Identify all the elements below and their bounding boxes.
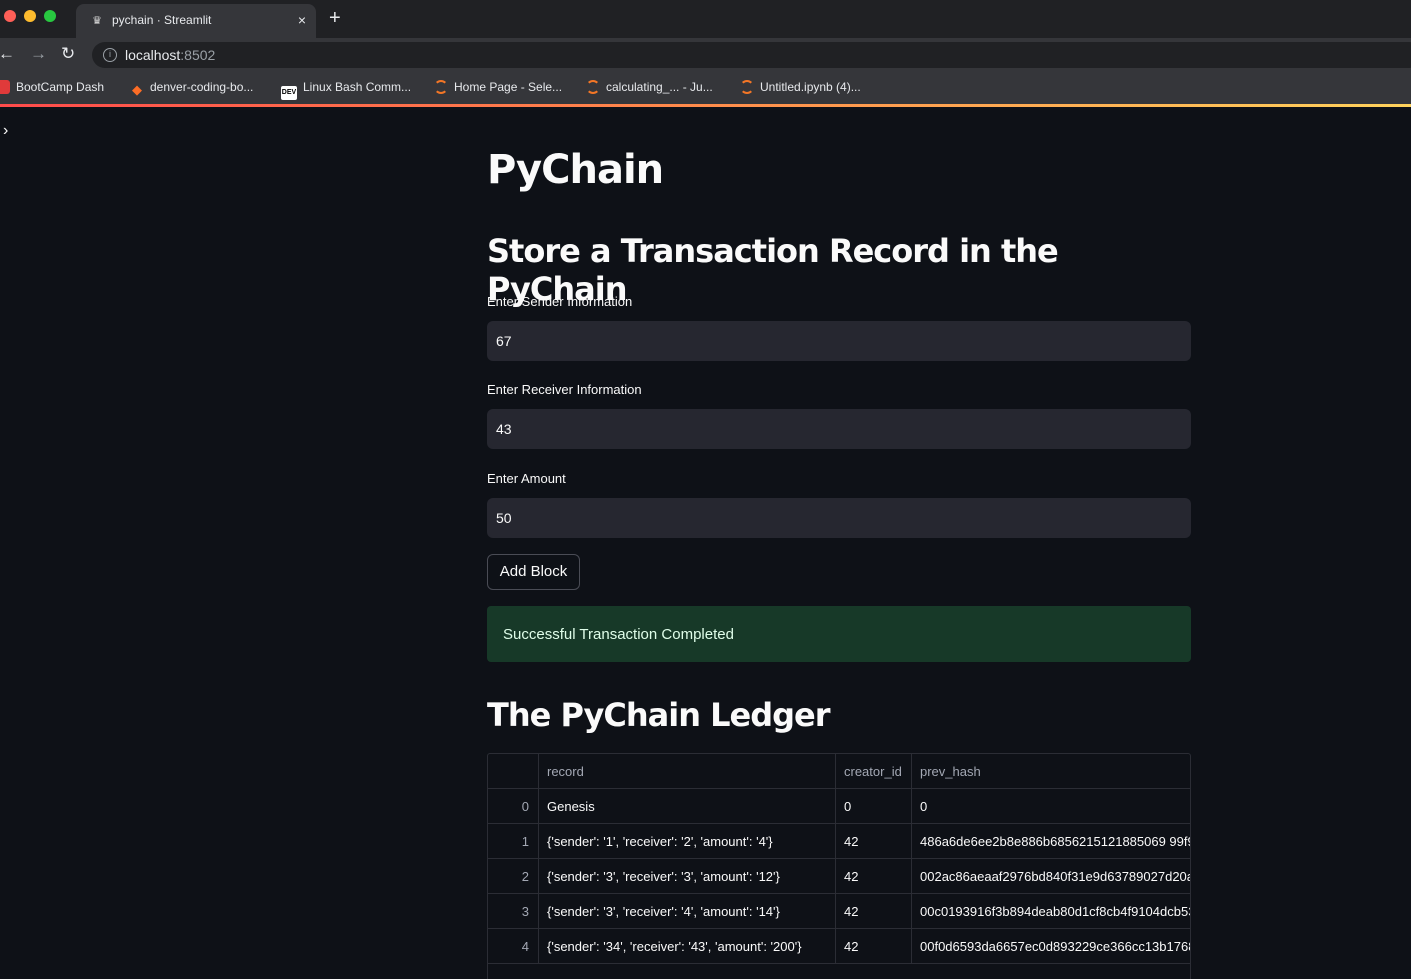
- bookmark-gitlab[interactable]: ◆ denver-coding-bo...: [130, 80, 253, 97]
- bookmark-dev[interactable]: DEV Linux Bash Comm...: [281, 80, 411, 100]
- new-tab-button[interactable]: +: [329, 8, 341, 28]
- info-icon[interactable]: i: [103, 48, 117, 62]
- prev-hash-header[interactable]: prev_hash: [912, 754, 1190, 789]
- row-index: 3: [488, 894, 539, 929]
- bookmark-bootcamp[interactable]: BootCamp Dash: [0, 80, 104, 94]
- record-cell[interactable]: {'sender': '3', 'receiver': '4', 'amount…: [539, 894, 836, 929]
- streamlit-header-decoration: [0, 104, 1411, 107]
- ledger-heading: The PyChain Ledger: [487, 696, 830, 734]
- bookmarks-bar: BootCamp Dash ◆ denver-coding-bo... DEV Li…: [0, 72, 1411, 104]
- jupyter-icon: [434, 80, 448, 94]
- prev-hash-cell[interactable]: 486a6de6ee2b8e886b6856215121885069 99f93: [912, 824, 1190, 859]
- receiver-input[interactable]: 43: [487, 409, 1191, 449]
- forward-arrow-icon[interactable]: →: [30, 44, 47, 64]
- table-row[interactable]: 0 Genesis 0 0: [488, 789, 1190, 824]
- success-alert: Successful Transaction Completed: [487, 606, 1191, 662]
- record-header[interactable]: record: [539, 754, 836, 789]
- receiver-label: Enter Receiver Information: [487, 382, 642, 397]
- page-title: PyChain: [487, 147, 664, 193]
- index-header: [488, 754, 539, 789]
- bookmark-jupyter-calc[interactable]: calculating_... - Ju...: [586, 80, 713, 94]
- row-index: 4: [488, 929, 539, 964]
- prev-hash-cell[interactable]: 002ac86aeaaf2976bd840f31e9d63789027d20a: [912, 859, 1190, 894]
- table-row[interactable]: 4 {'sender': '34', 'receiver': '43', 'am…: [488, 929, 1190, 964]
- creator-id-cell[interactable]: 42: [836, 894, 912, 929]
- address-bar[interactable]: i localhost:8502: [92, 42, 1411, 68]
- gitlab-icon: ◆: [132, 82, 142, 97]
- reload-icon[interactable]: ↻: [61, 44, 75, 64]
- creator-id-header[interactable]: creator_id: [836, 754, 912, 789]
- jupyter-icon: [586, 80, 600, 94]
- table-row[interactable]: 3 {'sender': '3', 'receiver': '4', 'amou…: [488, 894, 1190, 929]
- record-cell[interactable]: Genesis: [539, 789, 836, 824]
- prev-hash-cell[interactable]: 00c0193916f3b894deab80d1cf8cb4f9104dcb53: [912, 894, 1190, 929]
- maximize-window-button[interactable]: [44, 10, 56, 22]
- bootcamp-icon: [0, 80, 10, 94]
- chevron-right-icon[interactable]: ›: [3, 122, 8, 140]
- creator-id-cell[interactable]: 0: [836, 789, 912, 824]
- tab-title: pychain · Streamlit: [112, 13, 212, 27]
- back-arrow-icon[interactable]: ←: [0, 44, 15, 64]
- table-row[interactable]: 1 {'sender': '1', 'receiver': '2', 'amou…: [488, 824, 1190, 859]
- close-window-button[interactable]: [4, 10, 16, 22]
- table-row[interactable]: 2 {'sender': '3', 'receiver': '3', 'amou…: [488, 859, 1190, 894]
- close-tab-icon[interactable]: ×: [298, 12, 306, 28]
- dev-icon: DEV: [281, 86, 297, 100]
- creator-id-cell[interactable]: 42: [836, 929, 912, 964]
- sender-label: Enter Sender Information: [487, 294, 633, 309]
- browser-tab[interactable]: ♛ pychain · Streamlit ×: [76, 4, 316, 38]
- creator-id-cell[interactable]: 42: [836, 824, 912, 859]
- jupyter-icon: [740, 80, 754, 94]
- creator-id-cell[interactable]: 42: [836, 859, 912, 894]
- add-block-button[interactable]: Add Block: [487, 554, 580, 590]
- record-cell[interactable]: {'sender': '1', 'receiver': '2', 'amount…: [539, 824, 836, 859]
- prev-hash-cell[interactable]: 00f0d6593da6657ec0d893229ce366cc13b1768: [912, 929, 1190, 964]
- sender-input[interactable]: 67: [487, 321, 1191, 361]
- prev-hash-cell[interactable]: 0: [912, 789, 1190, 824]
- minimize-window-button[interactable]: [24, 10, 36, 22]
- row-index: 0: [488, 789, 539, 824]
- table-header: record creator_id prev_hash: [488, 754, 1190, 789]
- browser-toolbar: ← → ↻ i localhost:8502: [0, 38, 1411, 72]
- amount-label: Enter Amount: [487, 471, 566, 486]
- url-text: localhost:8502: [125, 47, 216, 63]
- row-index: 2: [488, 859, 539, 894]
- browser-tab-bar: ♛ pychain · Streamlit × +: [0, 0, 1411, 38]
- ledger-table[interactable]: record creator_id prev_hash 0 Genesis 0 …: [487, 753, 1191, 979]
- record-cell[interactable]: {'sender': '3', 'receiver': '3', 'amount…: [539, 859, 836, 894]
- bookmark-jupyter-home[interactable]: Home Page - Sele...: [434, 80, 562, 94]
- amount-input[interactable]: 50: [487, 498, 1191, 538]
- bookmark-jupyter-untitled[interactable]: Untitled.ipynb (4)...: [740, 80, 861, 94]
- streamlit-icon: ♛: [92, 15, 102, 27]
- row-index: 1: [488, 824, 539, 859]
- record-cell[interactable]: {'sender': '34', 'receiver': '43', 'amou…: [539, 929, 836, 964]
